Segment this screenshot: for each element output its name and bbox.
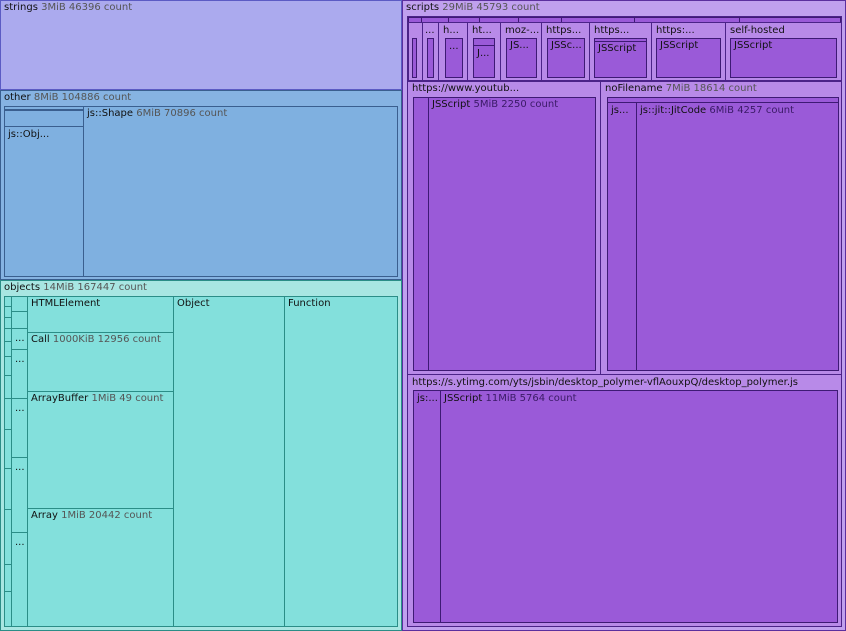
script-cell-inner[interactable]: JSSc... xyxy=(547,38,585,78)
script-cell-inner[interactable]: JS... xyxy=(506,38,537,78)
objects-small-node[interactable]: ... xyxy=(11,532,28,627)
script-cell[interactable]: moz-... JS... xyxy=(500,22,542,81)
youtube-label: https://www.youtub... xyxy=(412,83,520,94)
js-shape-node[interactable]: js::Shape 6MiB 70896 count xyxy=(83,106,398,277)
objects-ellipsis: ... xyxy=(15,403,25,414)
jitcode-name: js::jit::JitCode xyxy=(640,105,707,116)
objects-small-node[interactable]: ... xyxy=(11,328,28,350)
js-shape-meta: 6MiB 70896 count xyxy=(136,108,228,119)
other-meta: 8MiB 104886 count xyxy=(33,92,132,103)
nofilename-meta: 7MiB 18614 count xyxy=(665,83,757,94)
script-cell-label: https... xyxy=(594,25,630,36)
scripts-name: scripts xyxy=(406,2,440,13)
scripts-small-node[interactable] xyxy=(413,97,429,371)
youtube-js-meta: 5MiB 2250 count xyxy=(473,99,559,110)
jitcode-node[interactable]: js::jit::JitCode 6MiB 4257 count xyxy=(636,102,839,371)
script-cell-inner[interactable]: JSScript xyxy=(656,38,721,78)
objects-name: objects xyxy=(4,282,41,293)
nofilename-node[interactable]: noFilename 7MiB 18614 count js... js::ji… xyxy=(600,81,842,375)
script-cell-inner[interactable]: ... xyxy=(445,38,463,78)
js-shape-name: js::Shape xyxy=(87,108,134,119)
objects-ellipsis: ... xyxy=(15,537,25,548)
youtube-node[interactable]: https://www.youtub... JSScript 5MiB 2250… xyxy=(407,81,601,375)
script-cell-label: moz-... xyxy=(505,25,540,36)
strings-node[interactable]: strings 3MiB 46396 count xyxy=(0,0,402,90)
strings-name: strings xyxy=(4,2,38,13)
objects-ellipsis: ... xyxy=(15,333,25,344)
objects-ellipsis: ... xyxy=(15,354,25,365)
script-cell-label: h... xyxy=(443,25,459,36)
script-cell[interactable]: https... JSScript xyxy=(589,22,652,81)
other-node[interactable]: other 8MiB 104886 count js::Obj... js::S… xyxy=(0,90,402,280)
scripts-small-node[interactable] xyxy=(412,38,417,78)
arraybuffer-name: ArrayBuffer xyxy=(31,393,89,404)
function-node[interactable]: Function xyxy=(284,296,398,627)
scripts-node[interactable]: scripts 29MiB 45793 count ... h... ... h… xyxy=(402,0,846,631)
youtube-jsscript-node[interactable]: JSScript 5MiB 2250 count xyxy=(428,97,596,371)
youtube-js-name: JSScript xyxy=(432,99,471,110)
function-label: Function xyxy=(288,298,331,309)
call-node[interactable]: Call 1000KiB 12956 count xyxy=(27,332,174,392)
ytimg-js-node[interactable]: js:... xyxy=(413,390,441,623)
ytimg-jsscript-node[interactable]: JSScript 11MiB 5764 count xyxy=(440,390,838,623)
nofilename-name: noFilename xyxy=(605,83,663,94)
script-cell[interactable]: https:... JSScript xyxy=(651,22,726,81)
script-cell-inner-label: J... xyxy=(477,48,490,59)
ytimg-label: https://s.ytimg.com/yts/jsbin/desktop_po… xyxy=(412,377,798,388)
script-cell-inner-label: JSScript xyxy=(660,40,699,51)
htmlelement-label: HTMLElement xyxy=(31,298,101,309)
script-cell-inner-label: JSScript xyxy=(734,40,773,51)
call-meta: 1000KiB 12956 count xyxy=(52,334,161,345)
objects-ellipsis: ... xyxy=(15,462,25,473)
ytimg-js-meta: 11MiB 5764 count xyxy=(485,393,577,404)
array-meta: 1MiB 20442 count xyxy=(61,510,153,521)
call-name: Call xyxy=(31,334,50,345)
script-cell-label: https:... xyxy=(656,25,695,36)
scripts-small-node[interactable] xyxy=(427,38,434,78)
script-cell-label: ... xyxy=(425,25,435,36)
strings-meta: 3MiB 46396 count xyxy=(41,2,133,13)
ytimg-js-label: js:... xyxy=(417,393,438,404)
objects-small-node[interactable]: ... xyxy=(11,349,28,399)
arraybuffer-node[interactable]: ArrayBuffer 1MiB 49 count xyxy=(27,391,174,509)
script-cell[interactable]: ht... J... xyxy=(467,22,501,81)
script-cell-inner[interactable]: JSScript xyxy=(594,41,647,78)
scripts-meta: 29MiB 45793 count xyxy=(442,2,540,13)
script-cell-label: https... xyxy=(546,25,582,36)
script-cell-inner-label: JSScript xyxy=(598,43,637,54)
nofilename-js-label: js... xyxy=(611,105,629,116)
objects-node[interactable]: objects 14MiB 167447 count ... ... ... .… xyxy=(0,280,402,631)
objects-small-node[interactable] xyxy=(11,296,28,312)
array-node[interactable]: Array 1MiB 20442 count xyxy=(27,508,174,627)
objects-small-node[interactable]: ... xyxy=(11,457,28,533)
script-cell[interactable]: https... JSSc... xyxy=(541,22,590,81)
other-small-node[interactable] xyxy=(4,110,84,127)
script-cell-label: self-hosted xyxy=(730,25,785,36)
jitcode-meta: 6MiB 4257 count xyxy=(709,105,795,116)
js-obj-node[interactable]: js::Obj... xyxy=(4,126,84,277)
ytimg-node[interactable]: https://s.ytimg.com/yts/jsbin/desktop_po… xyxy=(407,374,842,627)
arraybuffer-meta: 1MiB 49 count xyxy=(91,393,164,404)
script-cell-label: ht... xyxy=(472,25,492,36)
script-cell-inner-label: JSSc... xyxy=(551,40,582,51)
other-name: other xyxy=(4,92,31,103)
htmlelement-node[interactable]: HTMLElement xyxy=(27,296,174,333)
script-cell[interactable]: h... ... xyxy=(438,22,468,81)
js-obj-label: js::Obj... xyxy=(8,129,50,140)
script-cell-inner[interactable]: JSScript xyxy=(730,38,837,78)
script-cell-inner-label: ... xyxy=(449,41,459,52)
script-cell[interactable]: self-hosted JSScript xyxy=(725,22,842,81)
object-label: Object xyxy=(177,298,210,309)
objects-meta: 14MiB 167447 count xyxy=(43,282,147,293)
object-node[interactable]: Object xyxy=(173,296,285,627)
script-cell-inner[interactable]: J... xyxy=(473,45,495,78)
objects-small-node[interactable]: ... xyxy=(11,398,28,458)
script-cell-inner-label: JS... xyxy=(510,40,529,51)
nofilename-js-node[interactable]: js... xyxy=(607,102,637,371)
ytimg-js-name: JSScript xyxy=(444,393,483,404)
array-name: Array xyxy=(31,510,58,521)
objects-small-node[interactable] xyxy=(11,311,28,329)
script-cell[interactable]: ... xyxy=(422,22,439,81)
script-cell[interactable] xyxy=(408,22,423,81)
